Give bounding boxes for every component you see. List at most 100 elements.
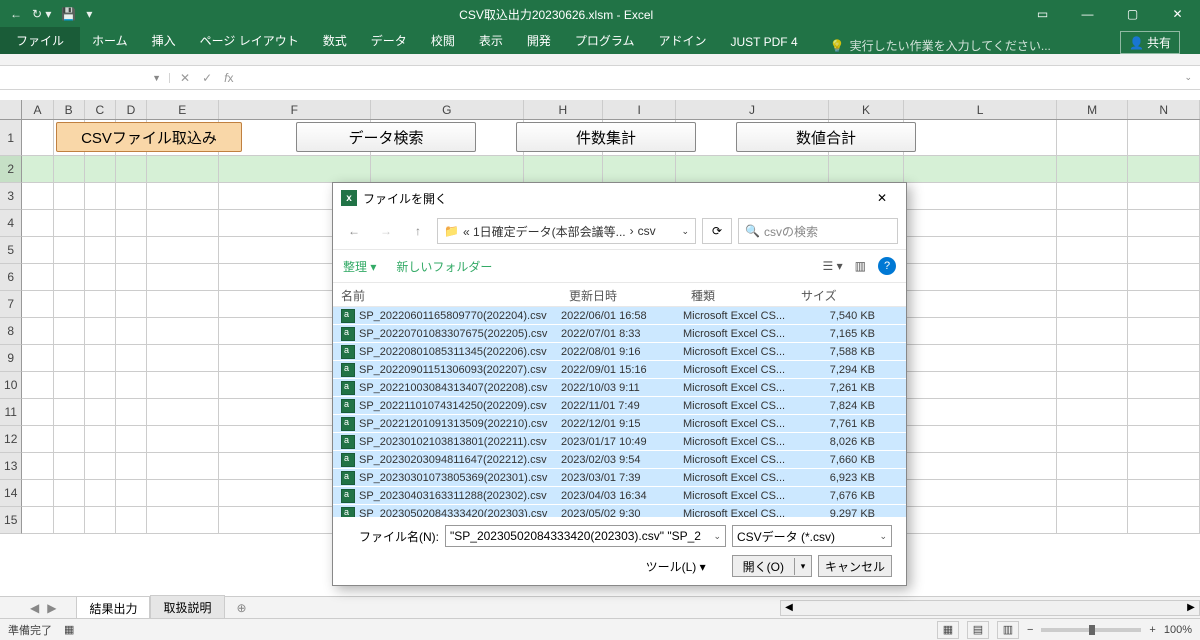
sheet-tab-instructions[interactable]: 取扱説明 (150, 595, 224, 620)
file-row[interactable]: SP_20220601165809770(202204).csv2022/06/… (333, 307, 906, 325)
nav-back-button[interactable]: ← (341, 218, 367, 244)
col-type[interactable]: 種類 (683, 283, 793, 306)
row-header[interactable]: 13 (0, 453, 22, 480)
cell[interactable] (904, 345, 1057, 372)
cell[interactable] (1057, 237, 1129, 264)
col-name[interactable]: 名前 (333, 283, 561, 306)
sheet-nav-prev-icon[interactable]: ◀ (30, 601, 39, 615)
expand-formula-icon[interactable]: ⌄ (1176, 72, 1200, 83)
filename-input[interactable]: "SP_20230502084333420(202303).csv" "SP_2… (445, 525, 726, 547)
tab-formulas[interactable]: 数式 (311, 27, 359, 54)
row-header[interactable]: 8 (0, 318, 22, 345)
tab-program[interactable]: プログラム (563, 27, 647, 54)
cell[interactable] (116, 372, 147, 399)
cell[interactable] (1057, 399, 1129, 426)
cell[interactable] (85, 453, 116, 480)
filetype-select[interactable]: CSVデータ (*.csv) ⌄ (732, 525, 892, 547)
file-row[interactable]: SP_20230502084333420(202303).csv2023/05/… (333, 505, 906, 517)
cell[interactable] (1057, 372, 1129, 399)
row-header[interactable]: 2 (0, 156, 22, 183)
row-header[interactable]: 11 (0, 399, 22, 426)
cell[interactable] (54, 318, 85, 345)
view-normal-button[interactable]: ▦ (937, 621, 959, 639)
file-row[interactable]: SP_20230301073805369(202301).csv2023/03/… (333, 469, 906, 487)
tab-home[interactable]: ホーム (80, 27, 140, 54)
refresh-button[interactable]: ⟳ (702, 218, 732, 244)
csv-import-button[interactable]: CSVファイル取込み (56, 122, 242, 152)
data-search-button[interactable]: データ検索 (296, 122, 476, 152)
chevron-down-icon[interactable]: ⌄ (681, 226, 689, 237)
cell[interactable] (1057, 507, 1129, 534)
col-size[interactable]: サイズ (793, 283, 883, 306)
cell[interactable] (1128, 291, 1200, 318)
cell[interactable] (904, 480, 1057, 507)
cell[interactable] (85, 372, 116, 399)
cell[interactable] (22, 345, 53, 372)
cell[interactable] (54, 480, 85, 507)
cell[interactable] (829, 156, 905, 183)
col-header[interactable]: M (1057, 100, 1129, 119)
macro-record-icon[interactable]: ▦ (64, 623, 74, 636)
cell[interactable] (1057, 120, 1129, 156)
cell[interactable] (116, 507, 147, 534)
fx-icon[interactable]: fx (224, 71, 233, 85)
cell[interactable] (85, 426, 116, 453)
nav-forward-button[interactable]: → (373, 218, 399, 244)
cell[interactable] (147, 507, 219, 534)
cell[interactable] (1057, 156, 1129, 183)
cell[interactable] (1057, 426, 1129, 453)
cell[interactable] (1128, 318, 1200, 345)
cell[interactable] (147, 183, 219, 210)
enter-formula-icon[interactable]: ✓ (202, 71, 212, 85)
cell[interactable] (54, 345, 85, 372)
col-header[interactable]: J (676, 100, 829, 119)
cell[interactable] (54, 156, 85, 183)
open-button[interactable]: 開く(O) ▾ (732, 555, 812, 577)
cell[interactable] (116, 399, 147, 426)
col-header[interactable]: K (829, 100, 905, 119)
zoom-in-button[interactable]: + (1149, 624, 1155, 636)
cell[interactable] (904, 264, 1057, 291)
row-header[interactable]: 7 (0, 291, 22, 318)
cell[interactable] (22, 399, 53, 426)
chevron-down-icon[interactable]: ⌄ (713, 531, 721, 542)
tab-just-pdf[interactable]: JUST PDF 4 (719, 30, 810, 54)
row-header[interactable]: 9 (0, 345, 22, 372)
count-aggregate-button[interactable]: 件数集計 (516, 122, 696, 152)
tab-insert[interactable]: 挿入 (140, 27, 188, 54)
cell[interactable] (22, 120, 53, 156)
file-row[interactable]: SP_20220901151306093(202207).csv2022/09/… (333, 361, 906, 379)
chevron-down-icon[interactable]: ▾ (795, 561, 811, 572)
view-options-button[interactable]: ☰ ▾ (823, 259, 843, 273)
row-header[interactable]: 10 (0, 372, 22, 399)
cell[interactable] (147, 264, 219, 291)
zoom-out-button[interactable]: − (1027, 624, 1033, 636)
row-header[interactable]: 1 (0, 120, 22, 156)
cell[interactable] (147, 480, 219, 507)
cell[interactable] (1128, 264, 1200, 291)
tab-file[interactable]: ファイル (0, 27, 80, 54)
cell[interactable] (54, 237, 85, 264)
cell[interactable] (1128, 399, 1200, 426)
cell[interactable] (904, 156, 1057, 183)
cell[interactable] (22, 264, 53, 291)
cell[interactable] (1128, 345, 1200, 372)
sum-button[interactable]: 数値合計 (736, 122, 916, 152)
cell[interactable] (1128, 507, 1200, 534)
tell-me-search[interactable]: 💡 実行したい作業を入力してください... (830, 37, 1051, 54)
cell[interactable] (54, 264, 85, 291)
tools-button[interactable]: ツール(L) ▾ (646, 558, 706, 575)
cell[interactable] (904, 291, 1057, 318)
search-input[interactable]: 🔍 csvの検索 (738, 218, 898, 244)
cell[interactable] (1057, 210, 1129, 237)
cell[interactable] (22, 480, 53, 507)
view-page-break-button[interactable]: ▥ (997, 621, 1019, 639)
cell[interactable] (116, 453, 147, 480)
cell[interactable] (85, 291, 116, 318)
cell[interactable] (524, 156, 604, 183)
cell[interactable] (85, 237, 116, 264)
share-button[interactable]: 👤 共有 (1120, 31, 1180, 54)
preview-pane-button[interactable]: ▥ (855, 259, 866, 273)
cell[interactable] (22, 372, 53, 399)
cell[interactable] (904, 507, 1057, 534)
